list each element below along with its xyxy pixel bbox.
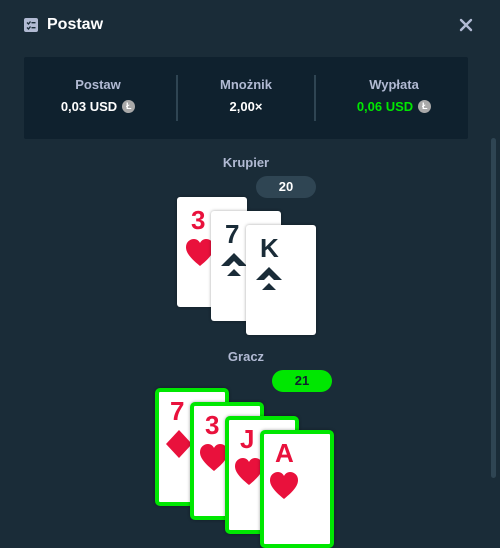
card-rank: K	[260, 233, 279, 263]
bet-slip-icon	[24, 18, 38, 32]
bet-label: Postaw	[75, 77, 121, 92]
player-label: Gracz	[227, 349, 265, 364]
card-rank: 3	[205, 410, 220, 440]
card-rank: 7	[225, 219, 240, 249]
scrollbar[interactable]	[491, 138, 496, 478]
multiplier-value: 2,00×	[229, 99, 263, 114]
litecoin-icon	[122, 100, 136, 113]
player-score-badge: 21	[272, 370, 332, 392]
multiplier-column: Mnożnik 2,00×	[172, 57, 320, 139]
dealer-score-badge: 20	[256, 176, 316, 198]
payout-label: Wypłata	[369, 77, 419, 92]
playing-card: K	[246, 225, 316, 335]
divider	[314, 75, 316, 121]
litecoin-icon	[418, 100, 432, 113]
multiplier-label: Mnożnik	[220, 77, 272, 92]
hearts-suit-icon	[270, 472, 298, 499]
payout-value: 0,06 USD	[356, 99, 414, 114]
spades-suit-icon	[256, 267, 282, 290]
card-rank: 3	[191, 205, 206, 235]
close-icon[interactable]	[458, 17, 474, 33]
payout-value-row: 0,06 USD	[320, 99, 468, 114]
bet-value: 0,03 USD	[60, 99, 118, 114]
modal-title: Postaw	[47, 16, 104, 33]
bet-amount-column: Postaw 0,03 USD	[24, 57, 172, 139]
bet-value-row: 0,03 USD	[24, 99, 172, 114]
card-rank: A	[275, 438, 294, 468]
card-rank: J	[240, 424, 255, 454]
modal-header: Postaw	[0, 0, 500, 52]
playing-card: A	[260, 430, 334, 548]
payout-column: Wypłata 0,06 USD	[320, 57, 468, 139]
dealer-label: Krupier	[222, 155, 270, 170]
card-rank: 7	[170, 396, 185, 426]
bet-summary: Postaw 0,03 USD Mnożnik 2,00× Wypłata 0,…	[24, 57, 468, 139]
